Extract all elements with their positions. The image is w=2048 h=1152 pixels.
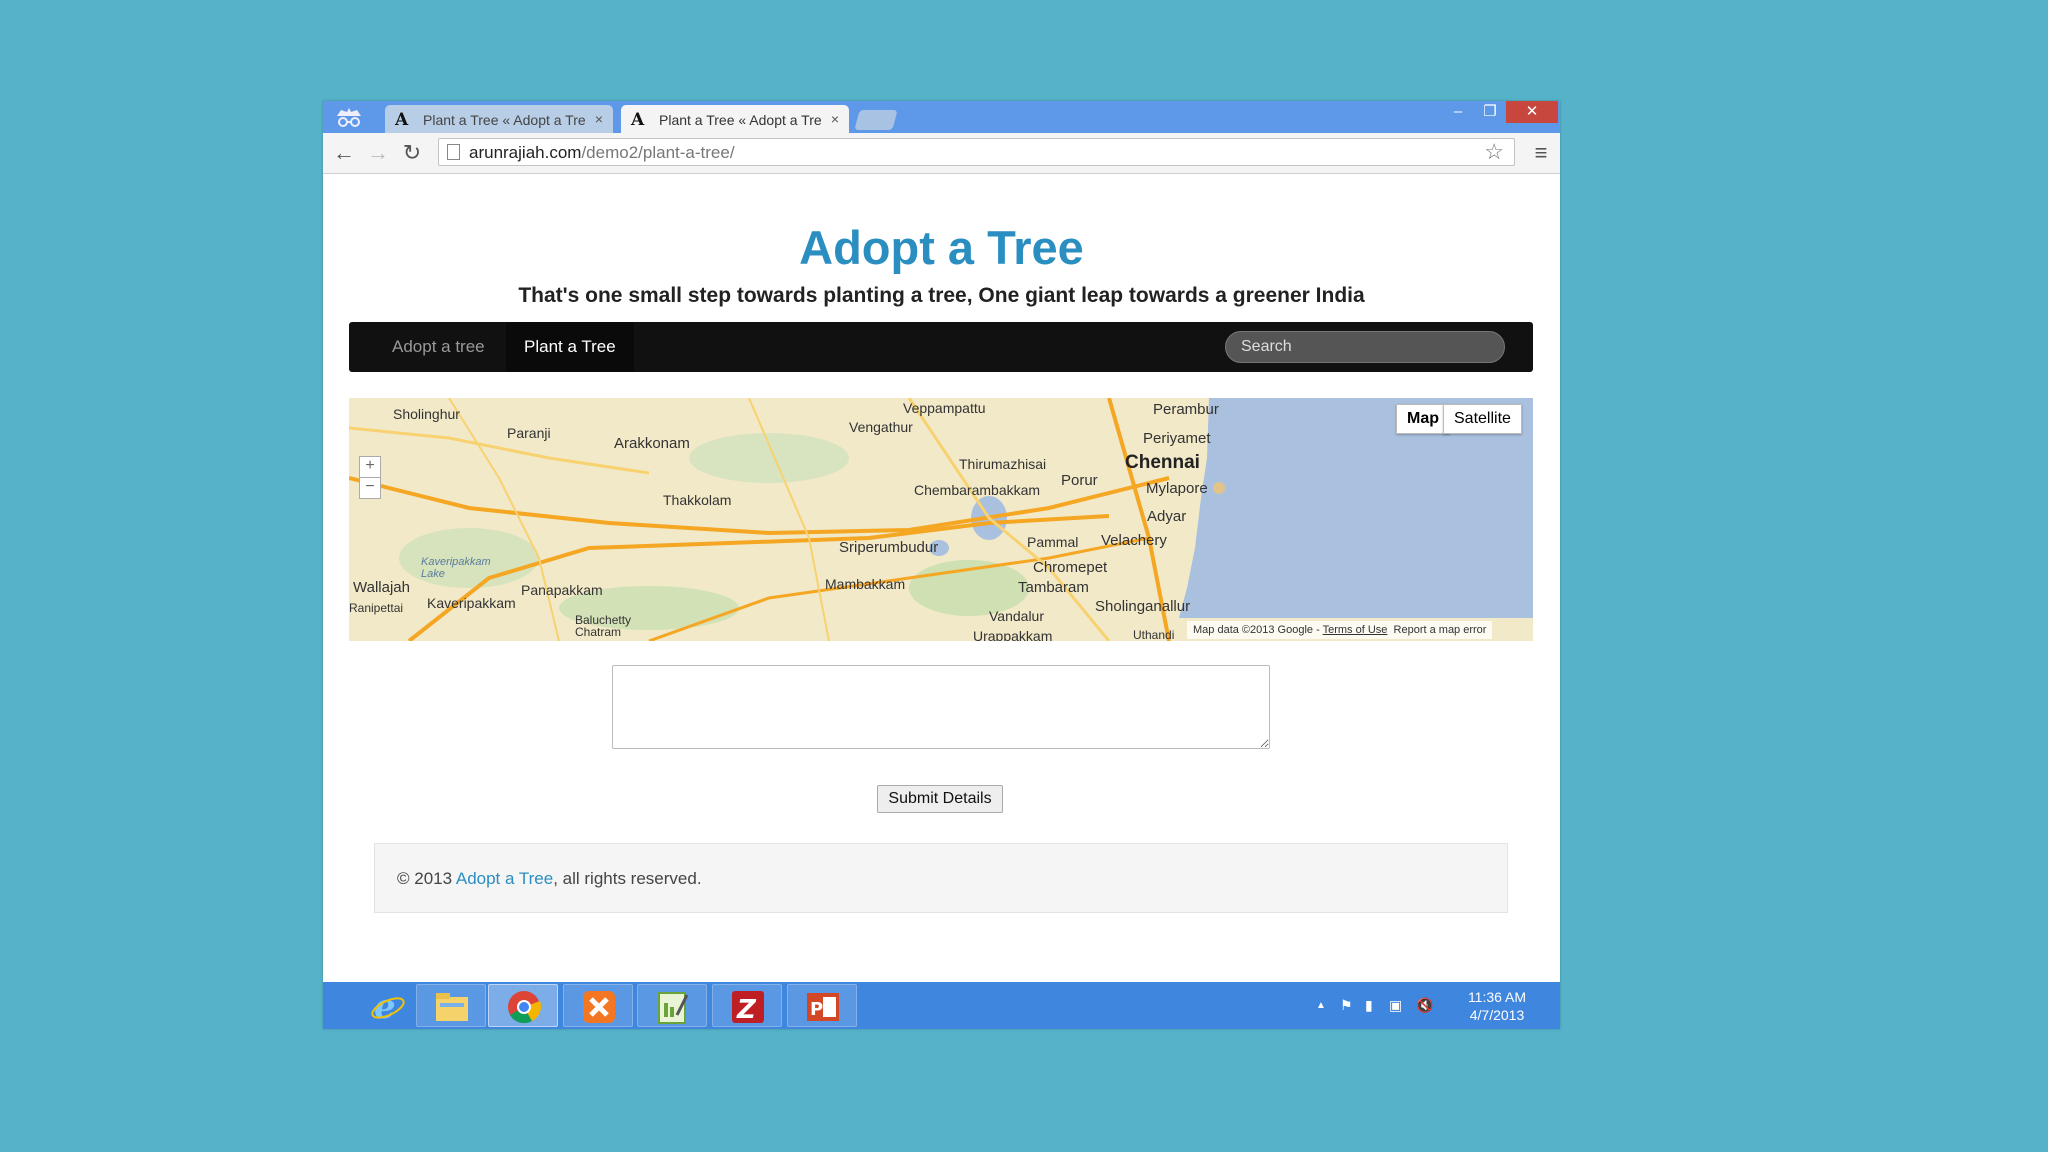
clock-time: 11:36 AM: [1467, 989, 1527, 1005]
map-place-label: Adyar: [1147, 508, 1187, 525]
minimize-window-button[interactable]: –: [1442, 101, 1474, 123]
chrome-icon[interactable]: [488, 984, 558, 1027]
map-place-label: Thirumazhisai: [959, 456, 1047, 472]
map-place-label: Mylapore: [1146, 480, 1208, 497]
footer-rights: , all rights reserved.: [553, 869, 702, 888]
map-place-label: Panapakkam: [521, 582, 603, 598]
address-bar[interactable]: arunrajiah.com/demo2/plant-a-tree/ ☆: [438, 138, 1515, 166]
url-text: arunrajiah.com/demo2/plant-a-tree/: [469, 143, 735, 163]
details-textarea[interactable]: [612, 665, 1270, 749]
incognito-icon: [329, 104, 369, 130]
map-place-label: Urappakkam: [973, 628, 1053, 641]
google-map[interactable]: Sholinghur Paranji Arakkonam Vengathur V…: [349, 398, 1533, 641]
map-place-label: Thakkolam: [663, 492, 732, 508]
nav-item-plant-a-tree[interactable]: Plant a Tree: [506, 322, 634, 372]
map-place-label: Wallajah: [353, 579, 410, 596]
screen: A Plant a Tree « Adopt a Tre × A Plant a…: [323, 101, 1560, 1029]
browser-tab-active[interactable]: A Plant a Tree « Adopt a Tre ×: [621, 105, 849, 133]
map-place-label: Veppampattu: [903, 400, 986, 416]
tab-title: Plant a Tree « Adopt a Tre: [423, 112, 586, 128]
map-type-satellite-button[interactable]: Satellite: [1443, 404, 1522, 434]
map-place-label: Sriperumbudur: [839, 539, 939, 556]
footer-copyright: © 2013: [397, 869, 456, 888]
page-icon: [447, 144, 460, 160]
svg-text:P: P: [810, 999, 823, 1020]
browser-titlebar: A Plant a Tree « Adopt a Tre × A Plant a…: [323, 101, 1560, 133]
map-place-label: Velachery: [1101, 532, 1167, 549]
volume-muted-icon[interactable]: 🔇: [1416, 997, 1433, 1014]
map-place-label: Mambakkam: [825, 576, 906, 592]
close-window-button[interactable]: ✕: [1506, 101, 1558, 123]
map-place-label: Uthandi: [1133, 628, 1175, 641]
browser-tab-inactive[interactable]: A Plant a Tree « Adopt a Tre ×: [385, 105, 613, 133]
action-center-flag-icon[interactable]: ⚑: [1340, 997, 1353, 1014]
map-type-map-button[interactable]: Map: [1396, 404, 1450, 434]
footer-site-link[interactable]: Adopt a Tree: [456, 869, 553, 888]
map-place-label: Porur: [1061, 472, 1098, 489]
windows-taskbar: e Z P ▲ ⚑ ▮ ▣ 🔇 11:36 AM 4/7/2013: [323, 982, 1560, 1029]
file-explorer-icon[interactable]: [416, 984, 486, 1027]
url-path: /demo2/plant-a-tree/: [581, 143, 735, 162]
map-zoom-in-button[interactable]: +: [359, 456, 381, 478]
site-navbar: Adopt a tree Plant a Tree: [349, 322, 1533, 372]
map-place-label: Arakkonam: [614, 435, 690, 452]
report-map-error-link[interactable]: Report a map error: [1394, 624, 1487, 636]
notepad-plus-plus-icon[interactable]: [637, 984, 707, 1027]
search-input[interactable]: [1225, 331, 1505, 363]
map-place-label: Chromepet: [1033, 559, 1108, 576]
tab-title: Plant a Tree « Adopt a Tre: [659, 112, 822, 128]
restore-window-button[interactable]: ❐: [1474, 101, 1506, 123]
map-place-label: Chembarambakkam: [914, 482, 1041, 498]
site-title[interactable]: Adopt a Tree: [323, 220, 1560, 275]
power-icon[interactable]: ▮: [1365, 997, 1373, 1014]
site-favicon-icon: A: [631, 110, 645, 130]
star-icon[interactable]: ☆: [1484, 139, 1504, 165]
filezilla-icon[interactable]: Z: [712, 984, 782, 1027]
reload-icon[interactable]: ↻: [399, 141, 425, 165]
back-arrow-icon[interactable]: ←: [331, 141, 357, 165]
map-place-label: Tambaram: [1018, 579, 1089, 596]
map-place-label: Pammal: [1027, 534, 1079, 550]
svg-text:Z: Z: [736, 995, 757, 1025]
submit-details-button[interactable]: Submit Details: [877, 785, 1003, 813]
nav-item-adopt-a-tree[interactable]: Adopt a tree: [392, 322, 485, 372]
close-tab-icon[interactable]: ×: [831, 111, 839, 127]
map-attribution: Map data ©2013 Google - Terms of Use Rep…: [1187, 621, 1493, 639]
site-tagline: That's one small step towards planting a…: [518, 284, 1365, 307]
hamburger-menu-icon[interactable]: ≡: [1529, 141, 1553, 165]
map-place-label: Kaveripakkam: [427, 595, 516, 611]
map-place-label: Vengathur: [849, 419, 913, 435]
map-data-credit: Map data ©2013 Google: [1193, 624, 1314, 636]
show-hidden-icons-icon[interactable]: ▲: [1316, 1000, 1326, 1011]
new-tab-button[interactable]: [854, 110, 898, 130]
site-footer: © 2013 Adopt a Tree, all rights reserved…: [374, 843, 1508, 913]
powerpoint-icon[interactable]: P: [787, 984, 857, 1027]
map-lake-label: Kaveripakkam Lake: [421, 556, 491, 580]
map-place-label: Periyamet: [1143, 430, 1211, 447]
map-place-label: Vandalur: [989, 608, 1045, 624]
map-place-label: Baluchetty Chatram: [575, 613, 632, 639]
forward-arrow-icon[interactable]: →: [365, 141, 391, 165]
map-terms-link[interactable]: Terms of Use: [1323, 624, 1388, 636]
map-place-label: Sholinghur: [393, 406, 460, 422]
network-icon[interactable]: ▣: [1389, 997, 1402, 1014]
map-place-label: Ranipettai: [349, 601, 404, 615]
web-page: Adopt a Tree That's one small step towar…: [323, 174, 1560, 982]
site-favicon-icon: A: [395, 110, 409, 130]
url-domain: arunrajiah.com: [469, 143, 582, 162]
taskbar-clock[interactable]: 11:36 AM 4/7/2013: [1458, 988, 1536, 1024]
map-place-label: Chennai: [1125, 452, 1200, 473]
xampp-icon[interactable]: [563, 984, 633, 1027]
map-place-label: Paranji: [507, 425, 551, 441]
close-tab-icon[interactable]: ×: [595, 111, 603, 127]
browser-toolbar: ← → ↻ arunrajiah.com/demo2/plant-a-tree/…: [323, 133, 1560, 174]
internet-explorer-icon[interactable]: e: [353, 984, 423, 1027]
map-place-label: Perambur: [1153, 401, 1219, 418]
map-place-label: Sholinganallur: [1095, 598, 1191, 615]
map-zoom-out-button[interactable]: −: [359, 477, 381, 499]
clock-date: 4/7/2013: [1469, 1007, 1525, 1023]
